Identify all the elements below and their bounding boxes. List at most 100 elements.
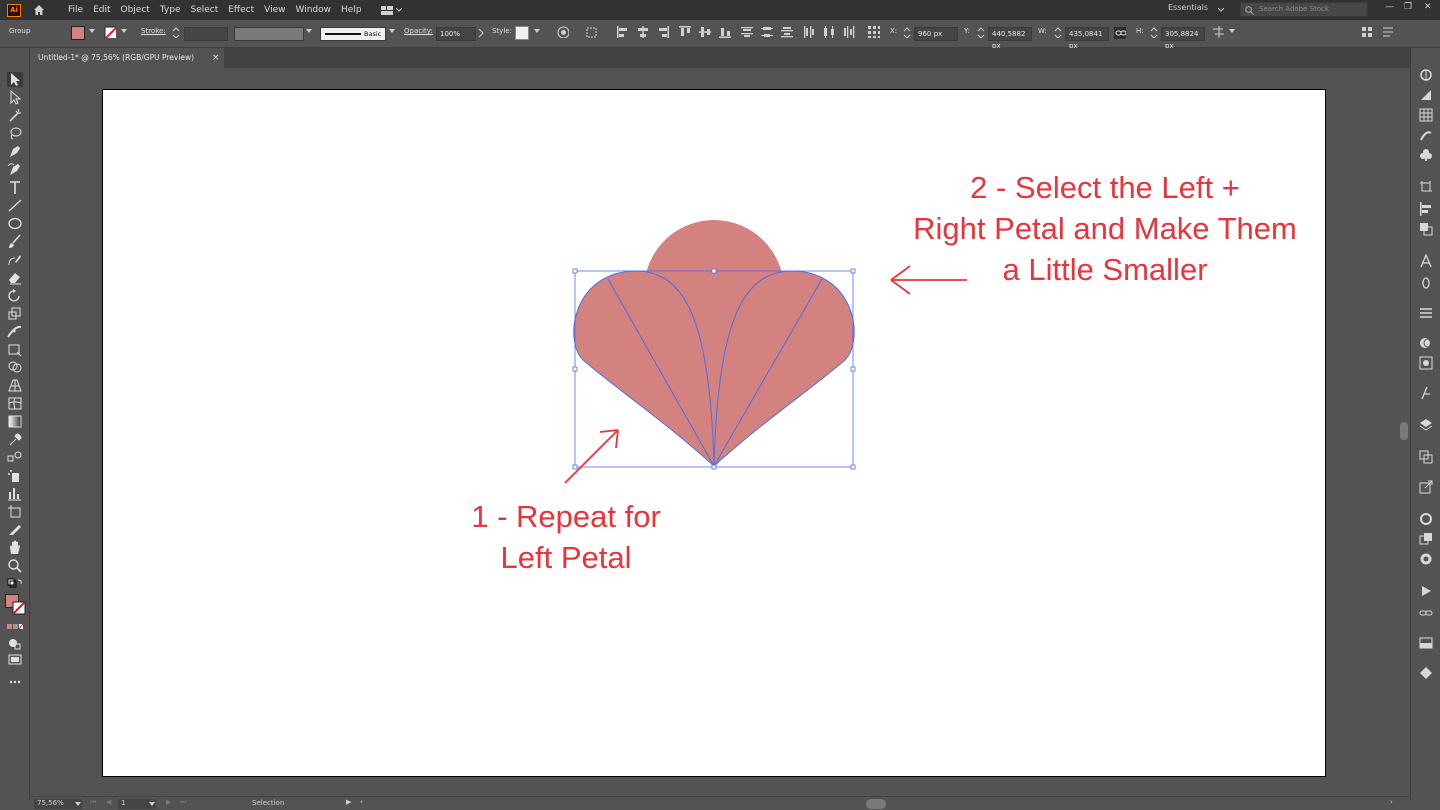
arrange-documents-button[interactable] bbox=[380, 5, 402, 15]
blend-tool[interactable] bbox=[7, 450, 23, 465]
stroke-none-swatch[interactable] bbox=[104, 26, 116, 38]
rotate-tool[interactable] bbox=[7, 288, 23, 303]
reference-point-icon[interactable] bbox=[868, 26, 880, 38]
artboard-dropdown-icon[interactable] bbox=[149, 802, 155, 806]
vertical-scroll-thumb[interactable] bbox=[1400, 422, 1408, 440]
x-position-field[interactable]: 960 px bbox=[914, 27, 958, 41]
distribute-top-icon[interactable] bbox=[741, 26, 753, 38]
align-right-icon[interactable] bbox=[657, 26, 669, 38]
align-panel-icon[interactable] bbox=[1419, 202, 1433, 216]
hand-tool[interactable] bbox=[7, 540, 23, 555]
graphic-style-swatch[interactable] bbox=[515, 26, 529, 40]
menu-view[interactable]: View bbox=[259, 5, 290, 15]
magic-wand-tool[interactable] bbox=[7, 108, 23, 123]
zoom-dropdown-icon[interactable] bbox=[75, 802, 81, 806]
zoom-tool[interactable] bbox=[7, 558, 23, 573]
image-trace-icon[interactable] bbox=[1419, 636, 1433, 650]
color-mode-buttons[interactable] bbox=[7, 620, 24, 635]
opacity-arrow-icon[interactable] bbox=[478, 29, 490, 41]
shape-builder-tool[interactable] bbox=[7, 360, 23, 375]
direct-selection-tool[interactable] bbox=[7, 89, 23, 105]
pathfinder-icon[interactable] bbox=[1419, 222, 1433, 236]
next-artboard-button[interactable]: ▶ bbox=[166, 798, 171, 806]
align-horizontal-center-icon[interactable] bbox=[637, 26, 649, 38]
handle-middle-right[interactable] bbox=[850, 366, 856, 372]
style-dropdown-icon[interactable] bbox=[534, 29, 540, 33]
constrain-proportions-link-icon[interactable] bbox=[1114, 27, 1126, 39]
handle-top-left[interactable] bbox=[572, 268, 578, 274]
transparency-icon[interactable] bbox=[1419, 552, 1433, 566]
scale-tool[interactable] bbox=[7, 306, 23, 321]
y-position-field[interactable]: 440,5882 px bbox=[988, 27, 1032, 50]
ellipse-tool[interactable] bbox=[7, 216, 23, 231]
type-on-path-icon[interactable] bbox=[1419, 386, 1433, 400]
menu-effect[interactable]: Effect bbox=[223, 5, 259, 15]
selection-tool[interactable] bbox=[7, 72, 23, 87]
width-field[interactable]: 435,0841 px bbox=[1065, 27, 1109, 50]
paintbrush-tool[interactable] bbox=[7, 234, 23, 249]
document-tab[interactable]: Untitled-1* @ 75,56% (RGB/GPU Preview) bbox=[30, 48, 224, 68]
stroke-weight-stepper-icon[interactable] bbox=[172, 26, 184, 38]
actions-play-icon[interactable] bbox=[1419, 584, 1433, 598]
brushes-icon[interactable] bbox=[1419, 128, 1433, 142]
curvature-tool[interactable] bbox=[7, 162, 23, 177]
distribute-left-icon[interactable] bbox=[803, 26, 815, 38]
opacity-field[interactable]: 100% bbox=[436, 27, 476, 41]
default-colors-button[interactable] bbox=[7, 578, 23, 593]
align-bottom-icon[interactable] bbox=[719, 26, 731, 38]
restore-button[interactable]: ❐ bbox=[1404, 2, 1412, 12]
character-panel-icon[interactable] bbox=[1419, 254, 1433, 268]
control-bar-menu-icon[interactable] bbox=[1382, 26, 1394, 38]
column-graph-tool[interactable] bbox=[7, 486, 23, 501]
distribute-vertical-center-icon[interactable] bbox=[761, 26, 773, 38]
artboards-panel-icon[interactable] bbox=[1419, 450, 1433, 464]
horizontal-scroll-thumb[interactable] bbox=[866, 799, 886, 809]
drawing-modes-button[interactable] bbox=[7, 636, 23, 651]
handle-bottom-right[interactable] bbox=[850, 464, 856, 470]
gradient-panel-icon[interactable] bbox=[1419, 532, 1433, 546]
edit-toolbar-button[interactable] bbox=[7, 674, 23, 689]
lasso-tool[interactable] bbox=[7, 126, 23, 141]
fill-dropdown-icon[interactable] bbox=[89, 29, 95, 33]
handle-bottom-left[interactable] bbox=[572, 464, 578, 470]
close-document-button[interactable]: × bbox=[212, 48, 220, 68]
fill-stroke-widget[interactable] bbox=[5, 594, 27, 616]
variable-width-profile[interactable] bbox=[234, 27, 304, 41]
align-left-icon[interactable] bbox=[617, 26, 629, 38]
handle-middle-left[interactable] bbox=[572, 366, 578, 372]
fill-swatch[interactable] bbox=[71, 26, 85, 40]
distribute-bottom-icon[interactable] bbox=[781, 26, 793, 38]
width-tool[interactable] bbox=[7, 324, 23, 339]
canvas-area[interactable]: 1 - Repeat for Left Petal 2 - Select the… bbox=[30, 68, 1410, 796]
eraser-tool[interactable] bbox=[7, 270, 23, 285]
opacity-label[interactable]: Opacity: bbox=[404, 27, 433, 35]
menu-edit[interactable]: Edit bbox=[88, 5, 115, 15]
mesh-tool[interactable] bbox=[7, 396, 23, 411]
height-field[interactable]: 305,8824 px bbox=[1161, 27, 1205, 50]
free-transform-tool[interactable] bbox=[7, 342, 23, 357]
menu-help[interactable]: Help bbox=[336, 5, 367, 15]
stroke-color-box[interactable] bbox=[12, 601, 26, 615]
stroke-panel-icon[interactable] bbox=[1419, 512, 1433, 526]
close-window-button[interactable]: ✕ bbox=[1424, 2, 1432, 12]
align-to-selection-icon[interactable] bbox=[586, 26, 598, 38]
color-panel-icon[interactable] bbox=[1419, 68, 1433, 82]
menu-window[interactable]: Window bbox=[291, 5, 337, 15]
graphic-styles-icon[interactable] bbox=[1419, 356, 1433, 370]
align-vertical-center-icon[interactable] bbox=[699, 26, 711, 38]
menu-type[interactable]: Type bbox=[155, 5, 186, 15]
recolor-artwork-icon[interactable] bbox=[557, 26, 569, 38]
handle-top-center[interactable] bbox=[711, 268, 717, 274]
status-menu-arrow[interactable]: ▶ bbox=[346, 798, 351, 806]
scroll-right-button[interactable]: › bbox=[1390, 798, 1393, 806]
layers-icon[interactable] bbox=[1419, 418, 1433, 432]
vertical-scrollbar[interactable] bbox=[1398, 68, 1410, 796]
perspective-grid-tool[interactable] bbox=[7, 378, 23, 393]
stock-search-input[interactable]: Search Adobe Stock bbox=[1240, 2, 1368, 17]
shaper-tool[interactable] bbox=[7, 252, 23, 267]
type-tool[interactable] bbox=[7, 180, 23, 195]
color-guide-icon[interactable] bbox=[1419, 88, 1433, 102]
handle-top-right[interactable] bbox=[850, 268, 856, 274]
minimize-button[interactable]: — bbox=[1385, 2, 1394, 12]
stroke-weight-field[interactable] bbox=[184, 27, 228, 41]
